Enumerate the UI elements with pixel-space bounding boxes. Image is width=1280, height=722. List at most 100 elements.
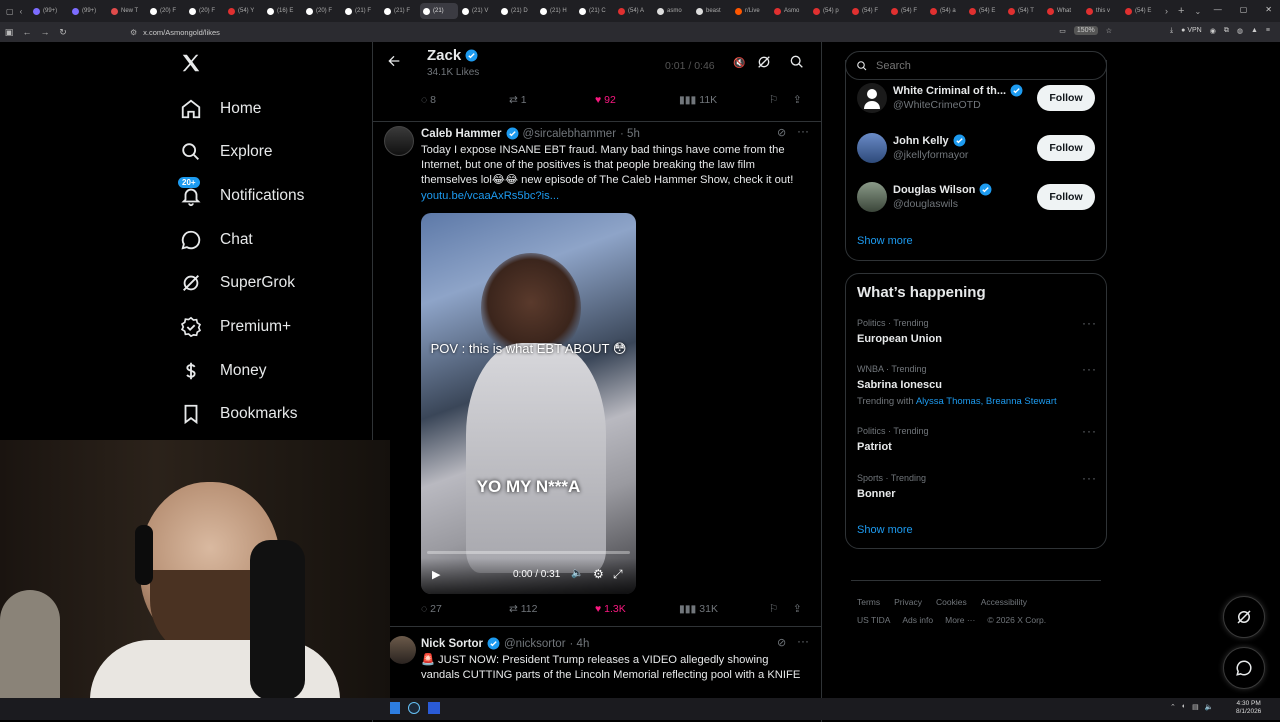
- clock[interactable]: 4:30 PM 8/1/2026: [1236, 700, 1261, 716]
- browser-tab[interactable]: (54) F: [888, 3, 926, 19]
- shield-icon[interactable]: ◉: [1210, 27, 1216, 35]
- nav-item-money[interactable]: Money: [178, 356, 267, 386]
- avatar[interactable]: [388, 636, 416, 664]
- browser-tab[interactable]: (20) F: [147, 3, 185, 19]
- reply-button[interactable]: ◌ 27: [421, 603, 509, 615]
- follow-button[interactable]: Follow: [1037, 85, 1095, 111]
- trends-show-more[interactable]: Show more: [857, 524, 913, 536]
- taskbar-app-icon[interactable]: [390, 702, 400, 714]
- bookmark-action-icon[interactable]: ⚐: [769, 94, 793, 106]
- who-to-follow-show-more[interactable]: Show more: [857, 235, 913, 247]
- follow-button[interactable]: Follow: [1037, 135, 1095, 161]
- grok-header-icon[interactable]: [756, 54, 772, 70]
- trending-with-links[interactable]: Alyssa Thomas, Breanna Stewart: [916, 396, 1057, 407]
- tweet-time[interactable]: · 5h: [620, 128, 640, 140]
- footer-link[interactable]: Terms: [857, 597, 880, 607]
- close-window-icon[interactable]: ✕: [1265, 5, 1272, 14]
- new-tab-icon[interactable]: +: [1178, 5, 1184, 17]
- follow-suggestion[interactable]: White Criminal of th... @WhiteCrimeOTD Fol…: [846, 80, 1108, 120]
- bookmark-action-icon[interactable]: ⚐: [769, 603, 793, 615]
- nav-item-supergrok[interactable]: SuperGrok: [178, 268, 295, 298]
- sidebar-toggle-icon[interactable]: ▣: [0, 27, 18, 38]
- profile-icon[interactable]: ◍: [1237, 27, 1243, 35]
- footer-link[interactable]: © 2026 X Corp.: [987, 615, 1046, 625]
- browser-tab[interactable]: (99+): [69, 3, 107, 19]
- browser-tab[interactable]: (54) E: [966, 3, 1004, 19]
- steam-icon[interactable]: [408, 702, 420, 714]
- forward-icon[interactable]: →: [36, 27, 54, 37]
- speaker-icon[interactable]: 🔈: [1205, 703, 1214, 711]
- header-mute-icon[interactable]: 🔇: [733, 58, 745, 69]
- messages-fab[interactable]: [1223, 647, 1265, 689]
- browser-tab[interactable]: (54) F: [849, 3, 887, 19]
- footer-link[interactable]: More ···: [945, 615, 975, 625]
- tab-search-icon[interactable]: ⌄: [1194, 7, 1201, 16]
- browser-tab[interactable]: (54) A: [615, 3, 653, 19]
- reload-icon[interactable]: ↻: [54, 27, 72, 38]
- avatar[interactable]: [857, 133, 887, 163]
- site-info-icon[interactable]: ⚙: [130, 28, 137, 37]
- tab-list-icon[interactable]: ▢: [6, 7, 14, 16]
- repost-button[interactable]: ⇄ 1: [509, 94, 595, 106]
- browser-tab[interactable]: (54) T: [1005, 3, 1043, 19]
- browser-tab[interactable]: (54) a: [927, 3, 965, 19]
- browser-tab[interactable]: this v: [1083, 3, 1121, 19]
- screen-cast-icon[interactable]: ▭: [1059, 27, 1066, 35]
- tweet-handle[interactable]: @nicksortor: [504, 638, 566, 650]
- browser-tab[interactable]: (21) D: [498, 3, 536, 19]
- tweet-video[interactable]: POV : this is what EBT ABOUT 😳 YO MY N**…: [421, 213, 636, 594]
- trend-more-icon[interactable]: ···: [1082, 471, 1097, 485]
- maximize-icon[interactable]: ▢: [1240, 5, 1248, 14]
- nav-item-bookmarks[interactable]: Bookmarks: [178, 399, 298, 429]
- footer-link[interactable]: Privacy: [894, 597, 922, 607]
- nav-item-notifications[interactable]: 20+ Notifications: [178, 177, 304, 211]
- like-button[interactable]: ♥ 1.3K: [595, 603, 679, 615]
- browser-tab[interactable]: New T: [108, 3, 146, 19]
- footer-link[interactable]: Ads info: [902, 615, 933, 625]
- browser-tab[interactable]: (21): [420, 3, 458, 19]
- footer-link[interactable]: US TIDA: [857, 615, 890, 625]
- follow-suggestion[interactable]: John Kelly @jkellyformayor Follow: [846, 130, 1108, 170]
- tab-scroll-left-icon[interactable]: ‹: [20, 7, 23, 16]
- tweet-author[interactable]: Caleb Hammer: [421, 128, 502, 140]
- network-icon[interactable]: ▤: [1192, 703, 1199, 711]
- reply-button[interactable]: ◌ 8: [421, 94, 509, 106]
- browser-tab[interactable]: (99+): [30, 3, 68, 19]
- trend-more-icon[interactable]: ···: [1082, 362, 1097, 376]
- avatar[interactable]: [857, 182, 887, 212]
- like-button[interactable]: ♥ 92: [595, 94, 679, 106]
- browser-tab[interactable]: (21) C: [576, 3, 614, 19]
- zoom-level[interactable]: 150%: [1073, 26, 1098, 35]
- x-logo[interactable]: [180, 52, 202, 74]
- share-icon[interactable]: ⇪: [793, 603, 802, 615]
- footer-link[interactable]: Accessibility: [981, 597, 1027, 607]
- bookmark-star-icon[interactable]: ☆: [1106, 27, 1112, 35]
- views-button[interactable]: ▮▮▮ 11K: [679, 94, 769, 106]
- views-button[interactable]: ▮▮▮ 31K: [679, 603, 769, 615]
- settings-icon[interactable]: ⚙: [593, 567, 604, 581]
- more-options-icon[interactable]: ···: [797, 634, 809, 648]
- volume-icon[interactable]: 🔈: [571, 568, 583, 579]
- browser-tab[interactable]: (54) E: [1122, 3, 1160, 19]
- tray-app-icon[interactable]: ◐: [1182, 703, 1186, 711]
- download-icon[interactable]: ⤓: [1170, 27, 1173, 35]
- browser-tab[interactable]: (21) F: [381, 3, 419, 19]
- fullscreen-icon[interactable]: ⤢: [613, 567, 623, 582]
- rewards-icon[interactable]: ▲: [1251, 27, 1258, 34]
- browser-tab[interactable]: (20) F: [186, 3, 224, 19]
- taskbar-app-icon[interactable]: [428, 702, 440, 714]
- grok-tweet-icon[interactable]: ⊘: [777, 636, 786, 649]
- vpn-button[interactable]: ● VPN: [1181, 27, 1202, 34]
- nav-item-home[interactable]: Home: [178, 94, 261, 124]
- extensions-icon[interactable]: ⧉: [1224, 27, 1229, 35]
- share-icon[interactable]: ⇪: [793, 94, 802, 106]
- url-field[interactable]: x.com/Asmongold/likes: [143, 28, 220, 37]
- tweet-time[interactable]: · 4h: [570, 638, 590, 650]
- repost-button[interactable]: ⇄ 112: [509, 603, 595, 615]
- avatar[interactable]: [384, 126, 414, 156]
- more-options-icon[interactable]: ···: [797, 124, 809, 138]
- minimize-icon[interactable]: —: [1214, 5, 1222, 14]
- tweet-author[interactable]: Nick Sortor: [421, 638, 483, 650]
- avatar[interactable]: [857, 83, 887, 113]
- trend-more-icon[interactable]: ···: [1082, 424, 1097, 438]
